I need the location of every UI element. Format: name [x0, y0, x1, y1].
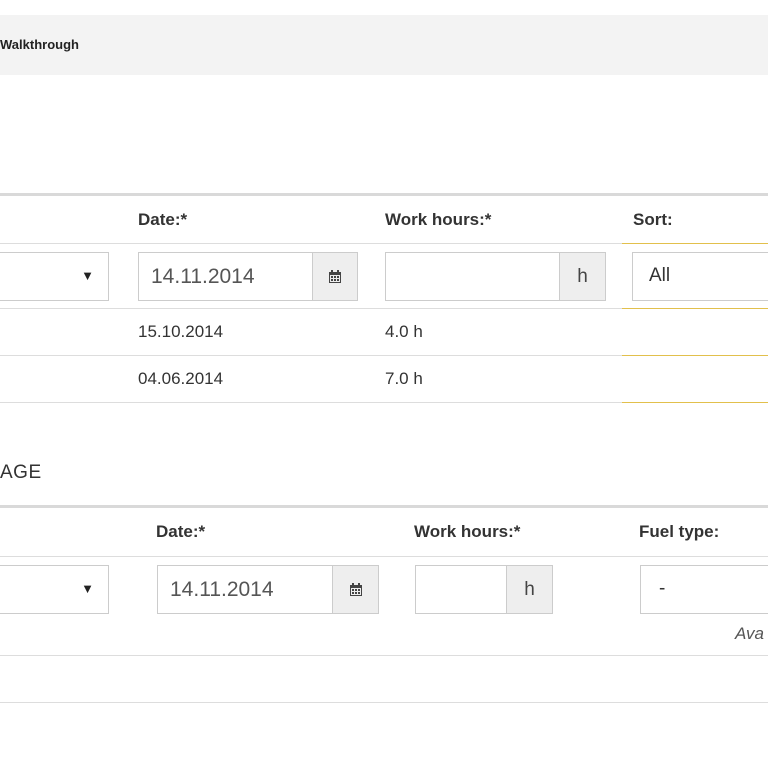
section1-date-header: Date:*	[138, 210, 188, 229]
section1-sort-accent-rule	[622, 243, 768, 244]
section1-top-rule	[0, 193, 768, 196]
section1-work-hours-input[interactable]	[385, 252, 560, 301]
section1-row1-date: 15.10.2014	[138, 322, 224, 341]
section2-calendar-button[interactable]	[332, 565, 379, 614]
section2-hint-text: Ava	[735, 624, 764, 643]
caret-down-icon: ▼	[81, 581, 94, 596]
section2-date-header: Date:*	[156, 522, 206, 541]
calendar-icon	[349, 582, 362, 596]
section2-bottom-rule	[0, 702, 768, 703]
section2-fuel-type-select[interactable]: -	[640, 565, 768, 614]
section2-work-hours-header: Work hours:*	[414, 522, 521, 541]
page-title: Walkthrough	[0, 37, 79, 52]
section1-sort-value: All	[649, 265, 671, 286]
section1-sort-select[interactable]: All	[632, 252, 768, 301]
section2-hours-unit-label: h	[524, 578, 535, 600]
section1-hours-unit: h	[559, 252, 606, 301]
section2-hours-unit: h	[506, 565, 553, 614]
section1-row1-accent-rule	[622, 355, 768, 356]
section2-type-select[interactable]: ▼	[0, 565, 109, 614]
section2-work-hours-input[interactable]	[415, 565, 507, 614]
caret-down-icon: ▼	[81, 268, 94, 283]
section2-top-rule	[0, 505, 768, 508]
section1-date-input[interactable]	[138, 252, 313, 301]
calendar-icon	[329, 269, 341, 283]
section1-work-hours-header: Work hours:*	[385, 210, 492, 229]
section1-calendar-button[interactable]	[312, 252, 358, 301]
section1-sort-header: Sort:	[633, 210, 673, 229]
section2-date-input[interactable]	[157, 565, 333, 614]
section2-fuel-type-header: Fuel type:	[639, 522, 720, 541]
section2-header-rule	[0, 556, 768, 557]
section1-type-select[interactable]: ▼	[0, 252, 109, 301]
top-bar: Walkthrough	[0, 15, 768, 75]
section1-row1-hours: 4.0 h	[385, 322, 423, 341]
section1-row2-accent-rule	[622, 402, 768, 403]
section1-hours-unit-label: h	[577, 265, 588, 287]
section2-title: AGE	[0, 462, 42, 483]
section1-row2-hours: 7.0 h	[385, 369, 423, 388]
section2-form-rule	[0, 655, 768, 656]
section1-row2-date: 04.06.2014	[138, 369, 224, 388]
section2-fuel-type-value: -	[659, 578, 666, 599]
section1-form-accent-rule	[622, 308, 768, 309]
